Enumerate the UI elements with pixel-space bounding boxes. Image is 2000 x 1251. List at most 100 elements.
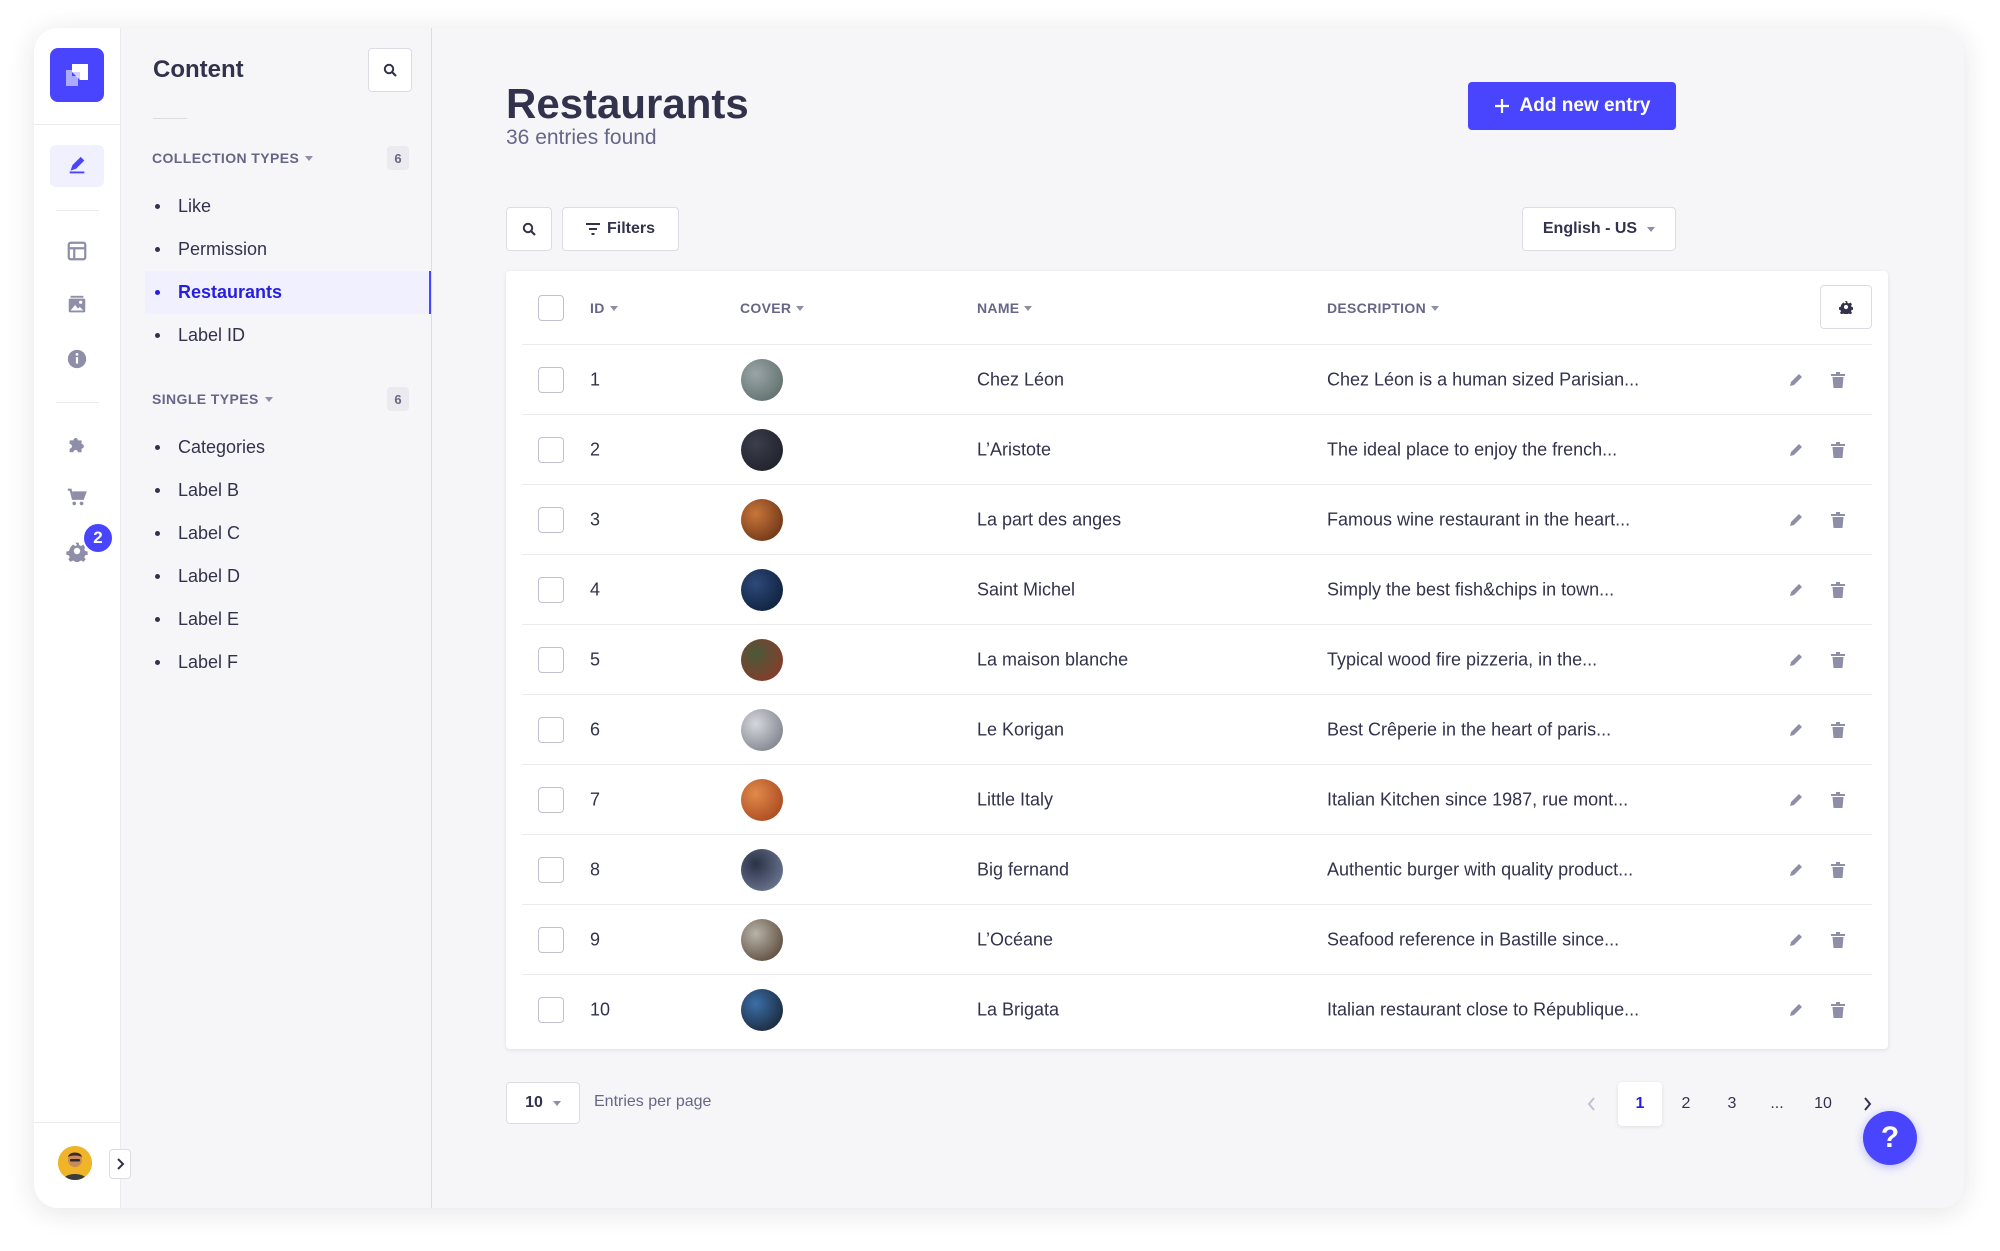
search-button[interactable] bbox=[506, 207, 552, 251]
marketplace-icon[interactable] bbox=[50, 476, 104, 518]
table-row[interactable]: 3 La part des anges Famous wine restaurant… bbox=[522, 485, 1872, 555]
subnav-item-label-d[interactable]: Label D bbox=[145, 555, 431, 598]
row-checkbox[interactable] bbox=[538, 577, 564, 603]
subnav-item-label-b[interactable]: Label B bbox=[145, 469, 431, 512]
page-2-button[interactable]: 2 bbox=[1664, 1082, 1708, 1126]
single-types-count: 6 bbox=[387, 387, 409, 411]
strapi-logo[interactable] bbox=[50, 48, 104, 102]
table-row[interactable]: 9 L’Océane Seafood reference in Bastille s… bbox=[522, 905, 1872, 975]
table-settings-button[interactable] bbox=[1820, 285, 1872, 329]
cell-name: La part des anges bbox=[977, 509, 1122, 529]
help-button[interactable]: ? bbox=[1863, 1111, 1917, 1165]
subnav-item-categories[interactable]: Categories bbox=[145, 426, 431, 469]
table-row[interactable]: 5 La maison blanche Typical wood fire pizz… bbox=[522, 625, 1872, 695]
trash-icon[interactable] bbox=[1828, 440, 1848, 460]
edit-icon[interactable] bbox=[1786, 1000, 1806, 1020]
search-icon bbox=[383, 63, 397, 77]
single-types-header[interactable]: SINGLE TYPES bbox=[152, 391, 273, 407]
collapse-nav-button[interactable] bbox=[109, 1149, 131, 1179]
trash-icon[interactable] bbox=[1828, 580, 1848, 600]
page-1-button[interactable]: 1 bbox=[1618, 1082, 1662, 1126]
row-checkbox[interactable] bbox=[538, 787, 564, 813]
row-checkbox[interactable] bbox=[538, 857, 564, 883]
cell-id: 6 bbox=[590, 719, 601, 739]
edit-icon[interactable] bbox=[1786, 580, 1806, 600]
plugins-icon[interactable] bbox=[50, 423, 104, 465]
subnav-item-like[interactable]: Like bbox=[145, 185, 431, 228]
row-checkbox[interactable] bbox=[538, 647, 564, 673]
gear-icon bbox=[1839, 301, 1853, 314]
subnav-item-label-id[interactable]: Label ID bbox=[145, 314, 431, 357]
content-type-builder-icon[interactable] bbox=[50, 230, 104, 272]
row-checkbox[interactable] bbox=[538, 997, 564, 1023]
edit-icon[interactable] bbox=[1786, 790, 1806, 810]
trash-icon[interactable] bbox=[1828, 650, 1848, 670]
page-10-button[interactable]: 10 bbox=[1801, 1082, 1845, 1126]
table-row[interactable]: 4 Saint Michel Simply the best fish&chips … bbox=[522, 555, 1872, 625]
previous-page-button[interactable] bbox=[1581, 1082, 1601, 1126]
divider bbox=[153, 118, 187, 119]
add-new-entry-button[interactable]: Add new entry bbox=[1468, 82, 1676, 130]
media-library-icon[interactable] bbox=[50, 284, 104, 326]
edit-icon[interactable] bbox=[1786, 440, 1806, 460]
row-checkbox[interactable] bbox=[538, 437, 564, 463]
subnav-item-label-f[interactable]: Label F bbox=[145, 641, 431, 684]
row-checkbox[interactable] bbox=[538, 717, 564, 743]
cell-description: Best Crêperie in the heart of paris... bbox=[1327, 719, 1612, 739]
info-icon[interactable] bbox=[50, 338, 104, 380]
trash-icon[interactable] bbox=[1828, 790, 1848, 810]
sort-icon bbox=[1430, 305, 1439, 311]
page-3-button[interactable]: 3 bbox=[1710, 1082, 1754, 1126]
subnav-search-button[interactable] bbox=[368, 48, 412, 92]
edit-icon[interactable] bbox=[1786, 860, 1806, 880]
bullet bbox=[155, 333, 160, 338]
cell-id: 5 bbox=[590, 649, 601, 669]
edit-icon[interactable] bbox=[1786, 930, 1806, 950]
row-checkbox[interactable] bbox=[538, 367, 564, 393]
filters-button[interactable]: Filters bbox=[562, 207, 679, 251]
table-row[interactable]: 2 L’Aristote The ideal place to enjoy the … bbox=[522, 415, 1872, 485]
avatar[interactable] bbox=[58, 1146, 92, 1180]
trash-icon[interactable] bbox=[1828, 510, 1848, 530]
trash-icon[interactable] bbox=[1828, 930, 1848, 950]
table-row[interactable]: 1 Chez Léon Chez Léon is a human sized Par… bbox=[522, 345, 1872, 415]
table-row[interactable]: 10 La Brigata Italian restaurant close to … bbox=[522, 975, 1872, 1045]
subnav-item-label-c[interactable]: Label C bbox=[145, 512, 431, 555]
row-checkbox[interactable] bbox=[538, 927, 564, 953]
add-new-entry-label: Add new entry bbox=[1519, 95, 1651, 116]
table-row[interactable]: 7 Little Italy Italian Kitchen since 1987,… bbox=[522, 765, 1872, 835]
select-all-checkbox[interactable] bbox=[538, 295, 564, 321]
column-header-id[interactable]: ID bbox=[590, 300, 618, 316]
cover-thumbnail bbox=[741, 918, 783, 961]
divider bbox=[34, 124, 121, 125]
trash-icon[interactable] bbox=[1828, 860, 1848, 880]
column-label: DESCRIPTION bbox=[1327, 300, 1426, 316]
subnav-item-label: Permission bbox=[178, 239, 268, 259]
cover-thumbnail bbox=[741, 568, 783, 611]
subnav-item-permission[interactable]: Permission bbox=[145, 228, 431, 271]
row-checkbox[interactable] bbox=[538, 507, 564, 533]
content-manager-icon[interactable] bbox=[50, 145, 104, 187]
trash-icon[interactable] bbox=[1828, 720, 1848, 740]
trash-icon[interactable] bbox=[1828, 1000, 1848, 1020]
table-row[interactable]: 8 Big fernand Authentic burger with qualit… bbox=[522, 835, 1872, 905]
edit-icon[interactable] bbox=[1786, 510, 1806, 530]
trash-icon[interactable] bbox=[1828, 370, 1848, 390]
table-row[interactable]: 6 Le Korigan Best Crêperie in the heart of… bbox=[522, 695, 1872, 765]
edit-icon[interactable] bbox=[1786, 370, 1806, 390]
filters-label: Filters bbox=[606, 220, 655, 237]
bullet bbox=[155, 660, 160, 665]
collection-types-header[interactable]: COLLECTION TYPES bbox=[152, 150, 314, 166]
column-header-description[interactable]: DESCRIPTION bbox=[1327, 300, 1439, 316]
edit-icon[interactable] bbox=[1786, 720, 1806, 740]
entries-per-page-select[interactable]: 10 bbox=[506, 1082, 580, 1124]
cell-name: Big fernand bbox=[977, 859, 1070, 879]
subnav-item-label-e[interactable]: Label E bbox=[145, 598, 431, 641]
cover-thumbnail bbox=[741, 989, 783, 1031]
edit-icon[interactable] bbox=[1786, 650, 1806, 670]
locale-select[interactable]: English - US bbox=[1522, 207, 1676, 251]
column-header-name[interactable]: NAME bbox=[977, 300, 1033, 316]
subnav-item-label: Label F bbox=[178, 652, 239, 672]
column-header-cover[interactable]: COVER bbox=[740, 300, 805, 316]
subnav-item-restaurants[interactable]: Restaurants bbox=[145, 271, 431, 314]
